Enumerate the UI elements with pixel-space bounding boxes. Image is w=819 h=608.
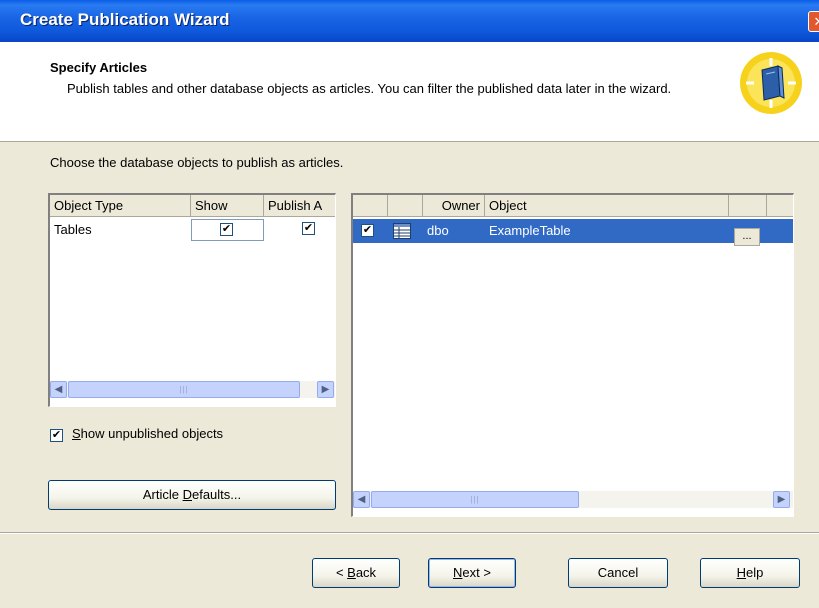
back-button[interactable]: < Back xyxy=(312,558,400,588)
row-owner: dbo xyxy=(427,223,449,238)
column-header-show[interactable]: Show xyxy=(191,195,264,217)
wizard-header: Specify Articles Publish tables and othe… xyxy=(0,42,819,142)
scroll-left-button[interactable]: ◀ xyxy=(50,381,67,398)
page-description: Publish tables and other database object… xyxy=(67,81,672,96)
row-object-type[interactable]: Tables xyxy=(50,219,191,241)
scroll-left-icon: ◀ xyxy=(54,384,63,395)
help-button[interactable]: Help xyxy=(700,558,800,588)
column-header-filler xyxy=(767,195,793,217)
wizard-book-icon xyxy=(740,52,802,114)
instruction-text: Choose the database objects to publish a… xyxy=(50,155,344,170)
show-checkbox[interactable]: ✔ xyxy=(220,223,233,236)
page-title: Specify Articles xyxy=(50,60,148,75)
row-publish-all-cell[interactable]: ✔ xyxy=(264,219,335,241)
row-show-cell[interactable]: ✔ xyxy=(191,219,264,241)
scroll-thumb[interactable]: ||| xyxy=(68,381,300,398)
column-header-icon[interactable] xyxy=(388,195,423,217)
column-header-action[interactable] xyxy=(729,195,767,217)
scroll-left-button[interactable]: ◀ xyxy=(353,491,370,508)
articles-grid[interactable]: Owner Object ✔ dbo ExampleTable ... ◀ ||… xyxy=(351,193,794,517)
column-header-owner[interactable]: Owner xyxy=(423,195,485,217)
column-header-check[interactable] xyxy=(353,195,388,217)
title-bar[interactable]: Create Publication Wizard ✕ xyxy=(0,0,819,42)
column-header-object-type[interactable]: Object Type xyxy=(50,195,191,217)
check-icon: ✔ xyxy=(221,223,232,235)
show-unpublished-checkbox[interactable]: ✔ xyxy=(50,429,63,442)
cancel-button[interactable]: Cancel xyxy=(568,558,668,588)
publish-all-checkbox[interactable]: ✔ xyxy=(302,222,315,235)
column-header-publish-all[interactable]: Publish A xyxy=(264,195,335,217)
article-defaults-button[interactable]: Article Defaults... xyxy=(48,480,336,510)
check-icon: ✔ xyxy=(51,429,62,441)
scroll-thumb[interactable]: ||| xyxy=(371,491,579,508)
close-button[interactable]: ✕ xyxy=(808,11,819,32)
object-type-grid[interactable]: Object Type Show Publish A Tables ✔ ✔ ◀ … xyxy=(48,193,336,407)
grip-icon: ||| xyxy=(179,385,189,394)
horizontal-scrollbar[interactable]: ◀ ||| ▶ xyxy=(50,381,335,398)
scroll-left-icon: ◀ xyxy=(357,494,366,505)
next-button[interactable]: Next > xyxy=(428,558,516,588)
table-icon xyxy=(393,223,411,239)
ellipsis-button[interactable]: ... xyxy=(734,228,760,246)
table-row[interactable]: ✔ dbo ExampleTable ... xyxy=(353,219,793,246)
scroll-right-icon: ▶ xyxy=(321,384,330,395)
column-header-object[interactable]: Object xyxy=(485,195,729,217)
scroll-right-icon: ▶ xyxy=(777,494,786,505)
grip-icon: ||| xyxy=(470,495,480,504)
horizontal-scrollbar[interactable]: ◀ ||| ▶ xyxy=(353,491,793,508)
scroll-right-button[interactable]: ▶ xyxy=(773,491,790,508)
article-checkbox[interactable]: ✔ xyxy=(361,224,374,237)
check-icon: ✔ xyxy=(303,222,314,234)
window-title: Create Publication Wizard xyxy=(20,10,230,29)
show-unpublished-label[interactable]: Show unpublished objects xyxy=(72,426,223,441)
close-icon: ✕ xyxy=(814,14,819,29)
check-icon: ✔ xyxy=(362,224,373,236)
row-object: ExampleTable xyxy=(489,223,571,238)
scroll-right-button[interactable]: ▶ xyxy=(317,381,334,398)
